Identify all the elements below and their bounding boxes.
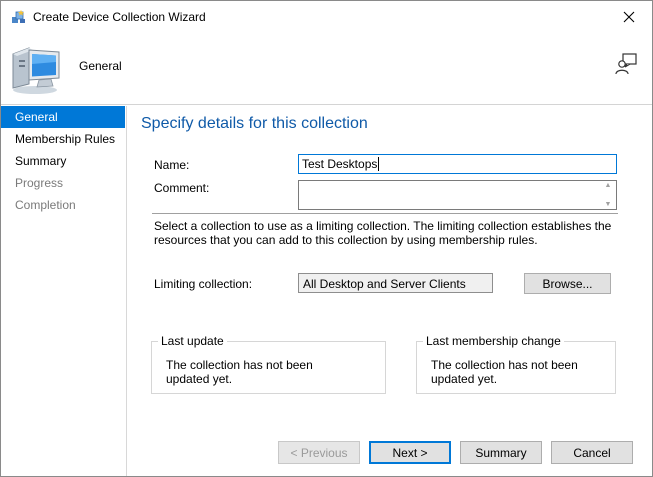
last-membership-change-title: Last membership change <box>423 334 564 348</box>
wizard-header: General <box>1 32 652 105</box>
main-panel: Specify details for this collection Name… <box>128 106 652 436</box>
nav-item-membership-rules[interactable]: Membership Rules <box>1 128 126 150</box>
wizard-nav: General Membership Rules Summary Progres… <box>1 106 127 476</box>
last-update-text: The collection has not been updated yet. <box>166 358 313 386</box>
comment-label: Comment: <box>154 181 210 195</box>
limiting-collection-field: All Desktop and Server Clients <box>298 273 493 293</box>
header-title: General <box>79 59 122 73</box>
name-label: Name: <box>154 158 190 172</box>
last-membership-change-text: The collection has not been updated yet. <box>431 358 578 386</box>
last-update-group: Last update The collection has not been … <box>151 334 386 394</box>
section-divider <box>152 213 618 214</box>
limiting-description: Select a collection to use as a limiting… <box>154 219 612 247</box>
name-input[interactable]: Test Desktops <box>298 154 617 174</box>
browse-button[interactable]: Browse... <box>524 273 611 294</box>
wizard-window: Create Device Collection Wizard General <box>0 0 653 477</box>
cancel-button[interactable]: Cancel <box>551 441 633 464</box>
nav-item-summary[interactable]: Summary <box>1 150 126 172</box>
page-heading: Specify details for this collection <box>141 115 368 132</box>
comment-scrollbar[interactable]: ▲ ▼ <box>601 182 615 208</box>
computer-icon <box>12 47 60 94</box>
title-bar[interactable]: Create Device Collection Wizard <box>1 1 652 32</box>
close-icon <box>623 11 635 22</box>
summary-button[interactable]: Summary <box>460 441 542 464</box>
wizard-app-icon <box>12 10 25 23</box>
close-button[interactable] <box>606 1 652 32</box>
previous-button: < Previous <box>278 441 360 464</box>
scroll-up-icon[interactable]: ▲ <box>605 182 612 189</box>
nav-item-progress: Progress <box>15 176 64 190</box>
window-title: Create Device Collection Wizard <box>33 10 206 24</box>
nav-item-completion: Completion <box>15 198 76 212</box>
scroll-down-icon[interactable]: ▼ <box>605 201 612 208</box>
last-membership-change-group: Last membership change The collection ha… <box>416 334 616 394</box>
help-person-icon[interactable] <box>614 52 638 76</box>
nav-item-general[interactable]: General <box>1 106 125 128</box>
name-input-value: Test Desktops <box>302 157 378 171</box>
comment-input[interactable]: ▲ ▼ <box>298 180 617 210</box>
next-button[interactable]: Next > <box>369 441 451 464</box>
last-update-title: Last update <box>158 334 227 348</box>
limiting-collection-label: Limiting collection: <box>154 277 253 291</box>
